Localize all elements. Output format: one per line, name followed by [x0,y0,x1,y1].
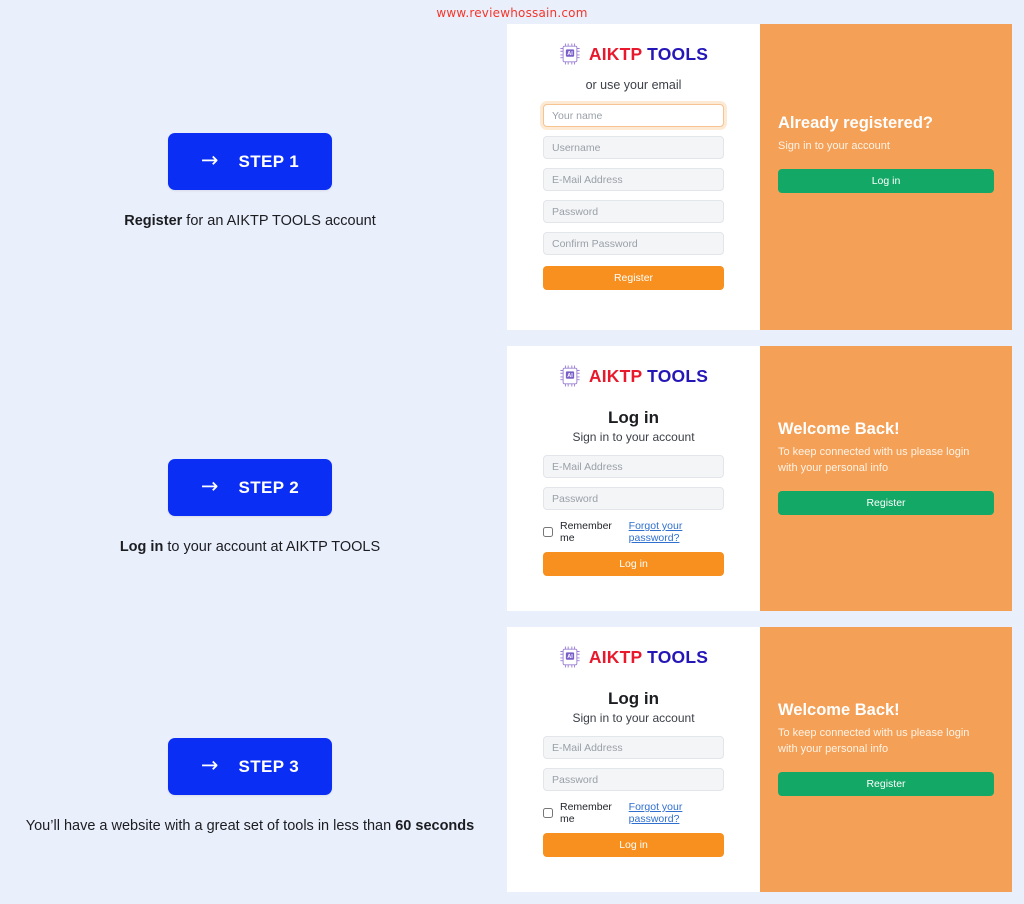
step-block-1: → STEP 1 Register for an AIKTP TOOLS acc… [0,133,500,231]
login-panel-title-1: Welcome Back! [778,420,900,438]
remember-me-checkbox-2[interactable] [543,808,553,818]
login-panel-register-button-1[interactable]: Register [778,490,994,515]
step-3-label: STEP 3 [238,756,300,776]
register-username-input[interactable] [543,136,724,159]
remember-me-label-1: Remember me [560,520,612,544]
step-3-button[interactable]: → STEP 3 [168,738,332,795]
step-1-label: STEP 1 [238,151,300,171]
auth-cards-column: AI AIKTP TOOLS or use your email Registe… [507,0,1012,892]
register-panel-login-button[interactable]: Log in [778,168,994,193]
register-panel-subtitle: Sign in to your account [778,140,890,152]
register-name-input[interactable] [543,104,724,127]
svg-text:AI: AI [567,654,573,660]
login-remember-row-1: Remember me Forgot your password? [543,520,724,544]
register-panel-title: Already registered? [778,114,933,132]
step-2-caption-rest: to your account at AIKTP TOOLS [163,539,381,555]
login-email-input-1[interactable] [543,455,724,478]
brand-name-primary: AIKTP [588,646,643,667]
remember-me-label-2: Remember me [560,801,612,825]
remember-me-checkbox-1[interactable] [543,527,553,537]
register-form-panel: AI AIKTP TOOLS or use your email Registe… [507,24,760,330]
login-panel-subtitle-2: To keep connected with us please login w… [778,727,970,755]
login-card-2: AI AIKTP TOOLS Log in Sign in to your ac… [507,627,1012,892]
login-remember-row-2: Remember me Forgot your password? [543,801,724,825]
login-form-panel-1: AI AIKTP TOOLS Log in Sign in to your ac… [507,346,760,611]
login-panel-register-button-2[interactable]: Register [778,771,994,796]
brand-logo: AI AIKTP TOOLS [559,364,708,388]
login-password-input-2[interactable] [543,768,724,791]
arrow-right-icon: → [200,753,219,777]
arrow-right-icon: → [200,474,219,498]
step-3-caption-bold: 60 seconds [395,818,475,834]
login-form-panel-2: AI AIKTP TOOLS Log in Sign in to your ac… [507,627,760,892]
brand-name-secondary: TOOLS [647,646,709,667]
register-confirm-password-input[interactable] [543,232,724,255]
brand-name-secondary: TOOLS [647,43,709,64]
register-email-input[interactable] [543,168,724,191]
login-panel-subtitle-1: To keep connected with us please login w… [778,446,970,474]
ai-chip-icon: AI [560,365,580,387]
step-block-3: → STEP 3 You’ll have a website with a gr… [0,738,500,836]
register-side-panel: Already registered? Sign in to your acco… [760,24,1012,330]
ai-chip-icon: AI [560,43,580,65]
register-submit-button[interactable]: Register [543,266,724,290]
step-1-caption: Register for an AIKTP TOOLS account [0,212,500,231]
brand-text: AIKTP TOOLS [589,366,708,387]
brand-text: AIKTP TOOLS [589,44,708,65]
svg-text:AI: AI [567,373,573,379]
step-block-2: → STEP 2 Log in to your account at AIKTP… [0,459,500,557]
login-submit-button-1[interactable]: Log in [543,552,724,576]
login-title-1: Log in [608,408,659,427]
svg-text:AI: AI [567,51,573,57]
step-2-caption-bold: Log in [119,539,164,555]
login-subtitle-1: Sign in to your account [572,430,695,444]
step-1-button[interactable]: → STEP 1 [168,133,332,190]
site-watermark: www.reviewhossain.com [436,6,588,20]
step-2-caption: Log in to your account at AIKTP TOOLS [0,538,500,557]
login-panel-title-2: Welcome Back! [778,701,900,719]
brand-logo: AI AIKTP TOOLS [559,645,708,669]
brand-name-secondary: TOOLS [647,365,709,386]
login-card-1: AI AIKTP TOOLS Log in Sign in to your ac… [507,346,1012,611]
step-3-caption-lead: You’ll have a website with a great set o… [25,818,396,834]
step-2-button[interactable]: → STEP 2 [168,459,332,516]
login-side-panel-2: Welcome Back! To keep connected with us … [760,627,1012,892]
arrow-right-icon: → [200,148,219,172]
register-password-input[interactable] [543,200,724,223]
login-side-panel-1: Welcome Back! To keep connected with us … [760,346,1012,611]
or-use-email-text: or use your email [585,78,682,92]
brand-text: AIKTP TOOLS [589,647,708,668]
brand-logo: AI AIKTP TOOLS [559,42,708,66]
ai-chip-icon: AI [560,646,580,668]
step-1-caption-bold: Register [124,213,183,229]
brand-name-primary: AIKTP [588,43,643,64]
login-title-2: Log in [608,689,659,708]
step-1-caption-rest: for an AIKTP TOOLS account [182,213,376,229]
login-submit-button-2[interactable]: Log in [543,833,724,857]
login-password-input-1[interactable] [543,487,724,510]
login-subtitle-2: Sign in to your account [572,711,695,725]
step-3-caption: You’ll have a website with a great set o… [0,817,500,836]
login-email-input-2[interactable] [543,736,724,759]
forgot-password-link-2[interactable]: Forgot your password? [629,801,724,825]
register-card: AI AIKTP TOOLS or use your email Registe… [507,24,1012,330]
brand-name-primary: AIKTP [588,365,643,386]
steps-column: → STEP 1 Register for an AIKTP TOOLS acc… [0,0,500,904]
forgot-password-link-1[interactable]: Forgot your password? [629,520,724,544]
step-2-label: STEP 2 [238,477,300,497]
